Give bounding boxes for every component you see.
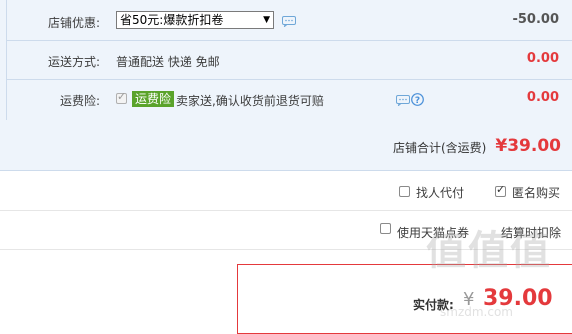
help-icon[interactable]: ? [411, 93, 424, 106]
anonymous-checkbox[interactable] [495, 183, 506, 197]
watermark-char: 值 [426, 228, 468, 274]
message-icon[interactable] [396, 95, 410, 106]
tmall-points-checkbox[interactable] [380, 223, 391, 234]
insurance-tag: 运费险 [132, 91, 175, 107]
chevron-down-icon: ▼ [263, 15, 270, 25]
shop-total-label: 店铺合计(含运费) [393, 141, 487, 155]
svg-text:?: ? [415, 96, 420, 106]
discount-select[interactable]: 省50元:爆款折扣卷 ▼ [116, 11, 274, 29]
insurance-label: 运费险: [59, 94, 100, 108]
shipping-label: 运送方式: [47, 55, 100, 69]
watermark-char: 值 [468, 228, 510, 274]
anonymous-label[interactable]: 匿名购买 [512, 184, 560, 201]
insurance-checkbox[interactable] [116, 90, 127, 104]
proxy-pay-checkbox[interactable] [399, 186, 410, 197]
watermark-char: 值 [510, 228, 552, 274]
watermark-logo: 值值值 [426, 218, 552, 276]
discount-amount: -50.00 [512, 12, 559, 27]
shipping-amount: 0.00 [526, 51, 559, 66]
panel-left-border [6, 0, 7, 120]
divider [0, 210, 572, 211]
row-divider [6, 40, 572, 41]
message-icon[interactable] [282, 16, 296, 27]
discount-selected-value: 省50元:爆款折扣卷 [120, 13, 224, 27]
row-divider [6, 79, 572, 80]
insurance-description: 卖家送,确认收货前退货可赔 [176, 94, 324, 108]
watermark-domain: smzdm.com [440, 305, 513, 319]
shop-summary-panel: 店铺优惠: 省50元:爆款折扣卷 ▼ -50.00 运送方式: 普通配送 快递 … [0, 0, 572, 171]
proxy-pay-label[interactable]: 找人代付 [416, 184, 464, 201]
insurance-amount: 0.00 [526, 90, 559, 105]
discount-label: 店铺优惠: [47, 16, 100, 30]
shop-total-amount: ¥39.00 [495, 136, 561, 156]
shipping-value: 普通配送 快递 免邮 [116, 55, 220, 69]
